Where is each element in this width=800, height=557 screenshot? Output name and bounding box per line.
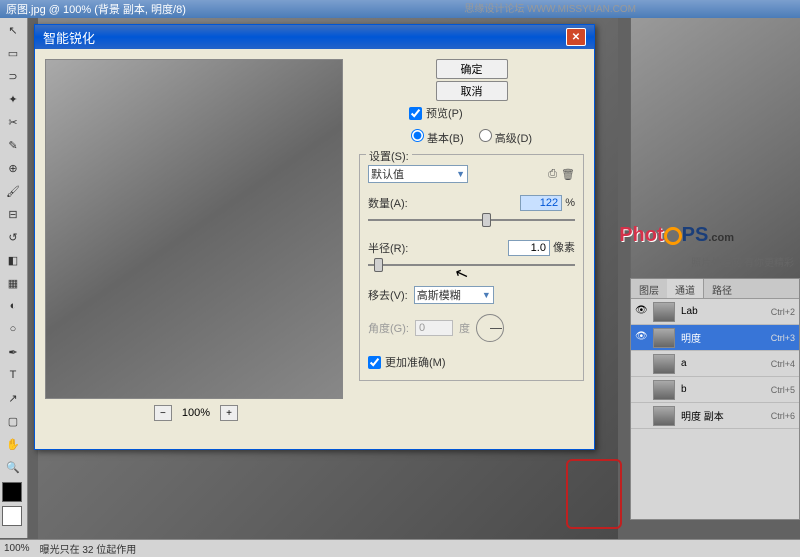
- blur-tool-icon[interactable]: ◐: [1, 295, 25, 317]
- marquee-tool-icon[interactable]: ▭: [1, 42, 25, 64]
- preview-label: 预览(P): [426, 105, 463, 121]
- tab-paths[interactable]: 路径: [704, 279, 740, 298]
- angle-input: [415, 320, 453, 336]
- cancel-button[interactable]: 取消: [436, 81, 508, 101]
- visibility-icon[interactable]: 👁: [635, 305, 649, 319]
- preview-panel: − 100% +: [45, 59, 347, 439]
- save-preset-icon[interactable]: ⎙: [548, 168, 557, 181]
- gradient-tool-icon[interactable]: ▦: [1, 272, 25, 294]
- delete-preset-icon[interactable]: 🗑: [561, 168, 575, 181]
- visibility-icon[interactable]: [635, 357, 649, 371]
- brush-tool-icon[interactable]: 🖌: [1, 180, 25, 202]
- watermark-top: 思缘设计论坛 WWW.MISSYUAN.COM: [464, 0, 636, 15]
- ok-button[interactable]: 确定: [436, 59, 508, 79]
- remove-label: 移去(V):: [368, 287, 408, 303]
- radius-input[interactable]: [508, 240, 550, 256]
- more-accurate-checkbox[interactable]: [368, 356, 381, 369]
- path-tool-icon[interactable]: ↗: [1, 387, 25, 409]
- background-color-icon[interactable]: [2, 506, 22, 526]
- channel-row[interactable]: 👁 明度 Ctrl+3: [631, 325, 799, 351]
- remove-dropdown[interactable]: 高斯模糊 ▼: [414, 286, 494, 304]
- document-title-bar: 原图.jpg @ 100% (背景 副本, 明度/8): [0, 0, 800, 18]
- status-zoom[interactable]: 100%: [4, 543, 30, 554]
- advanced-radio-label[interactable]: 高级(D): [479, 133, 532, 145]
- lasso-tool-icon[interactable]: ⊃: [1, 65, 25, 87]
- amount-input[interactable]: [520, 195, 562, 211]
- close-icon[interactable]: ✕: [566, 28, 586, 46]
- red-seal-icon: [566, 459, 622, 529]
- zoom-controls: − 100% +: [45, 405, 347, 421]
- channel-row[interactable]: a Ctrl+4: [631, 351, 799, 377]
- visibility-icon[interactable]: [635, 409, 649, 423]
- document-title: 原图.jpg @ 100% (背景 副本, 明度/8): [6, 1, 186, 17]
- wand-tool-icon[interactable]: ✦: [1, 88, 25, 110]
- chevron-down-icon: ▼: [482, 290, 491, 300]
- amount-slider[interactable]: [368, 213, 575, 227]
- tab-layers[interactable]: 图层: [631, 279, 667, 298]
- radius-label: 半径(R):: [368, 240, 408, 256]
- status-bar: 100% 曝光只在 32 位起作用: [0, 539, 800, 557]
- amount-slider-thumb[interactable]: [482, 213, 491, 227]
- foreground-color-icon[interactable]: [2, 482, 22, 502]
- amount-label: 数量(A):: [368, 195, 408, 211]
- shape-tool-icon[interactable]: ▢: [1, 410, 25, 432]
- dodge-tool-icon[interactable]: ○: [1, 318, 25, 340]
- watermark-tagline: 照片处理网 有你更精彩: [691, 254, 794, 269]
- radius-slider-thumb[interactable]: [374, 258, 383, 272]
- type-tool-icon[interactable]: T: [1, 364, 25, 386]
- history-brush-icon[interactable]: ↺: [1, 226, 25, 248]
- advanced-radio[interactable]: [479, 129, 492, 142]
- channel-row[interactable]: 👁 Lab Ctrl+2: [631, 299, 799, 325]
- visibility-icon[interactable]: 👁: [635, 331, 649, 345]
- channel-thumb: [653, 302, 675, 322]
- preview-checkbox[interactable]: [409, 107, 422, 120]
- radius-slider[interactable]: [368, 258, 575, 272]
- channels-panel: 图层 通道 路径 👁 Lab Ctrl+2 👁 明度 Ctrl+3 a Ctrl…: [630, 278, 800, 520]
- toolbox: ↖ ▭ ⊃ ✦ ✂ ✎ ⊕ 🖌 ⊟ ↺ ◧ ▦ ◐ ○ ✒ T ↗ ▢ ✋ 🔍: [0, 18, 28, 538]
- settings-group: 设置(S): 默认值 ▼ ⎙ 🗑 数量(A): %: [359, 154, 584, 381]
- preview-image[interactable]: [45, 59, 343, 399]
- smart-sharpen-dialog: 智能锐化 ✕ − 100% + 确定 取消 预览(P) 基本(B) 高级(D): [34, 24, 595, 450]
- stamp-tool-icon[interactable]: ⊟: [1, 203, 25, 225]
- channel-thumb: [653, 354, 675, 374]
- angle-dial-icon: [476, 314, 504, 342]
- zoom-tool-icon[interactable]: 🔍: [1, 456, 25, 478]
- zoom-out-button[interactable]: −: [154, 405, 172, 421]
- angle-label: 角度(G):: [368, 320, 409, 336]
- channel-thumb: [653, 380, 675, 400]
- eraser-tool-icon[interactable]: ◧: [1, 249, 25, 271]
- settings-dropdown[interactable]: 默认值 ▼: [368, 165, 468, 183]
- basic-radio-label[interactable]: 基本(B): [411, 133, 464, 145]
- dialog-title-bar[interactable]: 智能锐化 ✕: [35, 25, 594, 49]
- healing-tool-icon[interactable]: ⊕: [1, 157, 25, 179]
- channel-row[interactable]: b Ctrl+5: [631, 377, 799, 403]
- chevron-down-icon: ▼: [456, 169, 465, 179]
- basic-radio[interactable]: [411, 129, 424, 142]
- zoom-level: 100%: [182, 407, 210, 419]
- move-tool-icon[interactable]: ↖: [1, 19, 25, 41]
- hand-tool-icon[interactable]: ✋: [1, 433, 25, 455]
- visibility-icon[interactable]: [635, 383, 649, 397]
- logo-o-icon: [664, 227, 682, 245]
- settings-label: 设置(S):: [366, 148, 412, 164]
- channel-row[interactable]: 明度 副本 Ctrl+6: [631, 403, 799, 429]
- zoom-in-button[interactable]: +: [220, 405, 238, 421]
- controls-panel: 确定 取消 预览(P) 基本(B) 高级(D) 设置(S): 默认值 ▼: [347, 59, 584, 439]
- photops-logo: PhotPS.com: [619, 224, 734, 247]
- eyedropper-tool-icon[interactable]: ✎: [1, 134, 25, 156]
- crop-tool-icon[interactable]: ✂: [1, 111, 25, 133]
- channel-thumb: [653, 328, 675, 348]
- dialog-title-text: 智能锐化: [43, 28, 95, 47]
- pen-tool-icon[interactable]: ✒: [1, 341, 25, 363]
- more-accurate-label: 更加准确(M): [385, 354, 446, 370]
- panel-tabs: 图层 通道 路径: [631, 279, 799, 299]
- tab-channels[interactable]: 通道: [667, 279, 704, 298]
- channel-thumb: [653, 406, 675, 426]
- status-text: 曝光只在 32 位起作用: [40, 541, 137, 556]
